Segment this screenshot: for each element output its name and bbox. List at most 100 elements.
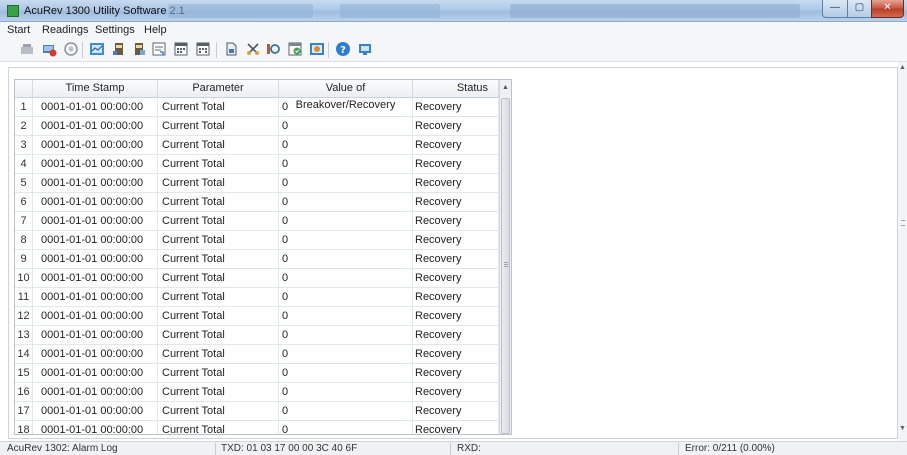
menu-settings[interactable]: Settings	[95, 24, 135, 36]
row-number: 15	[15, 364, 33, 383]
cell-value: 0	[279, 136, 413, 155]
title-bar: AcuRev 1300 Utility Software 2.1 — ▢ ✕	[0, 0, 907, 22]
realtime-icon[interactable]	[88, 40, 106, 58]
cell-timestamp: 0001-01-01 00:00:00	[33, 117, 158, 136]
table-row[interactable]: 15 0001-01-01 00:00:00 Current Total 0 Recov…	[15, 364, 499, 383]
connect-icon[interactable]	[40, 40, 58, 58]
row-number: 2	[15, 117, 33, 136]
meter-settings-icon[interactable]	[130, 40, 148, 58]
io-icon[interactable]	[264, 40, 282, 58]
tools-icon[interactable]	[244, 40, 262, 58]
table-row[interactable]: 8 0001-01-01 00:00:00 Current Total 0 Recove…	[15, 231, 499, 250]
status-divider	[450, 443, 451, 455]
column-header-parameter[interactable]: Parameter	[158, 80, 279, 98]
cell-parameter: Current Total	[158, 307, 279, 326]
row-number-header	[15, 80, 33, 98]
help-icon[interactable]: ?	[334, 40, 352, 58]
scroll-up-arrow-icon[interactable]: ▲	[898, 64, 907, 74]
window-scrollbar[interactable]: ▲ ▼	[898, 62, 907, 441]
maximize-button[interactable]: ▢	[847, 0, 872, 18]
cell-value: 0	[279, 307, 413, 326]
table-row[interactable]: 6 0001-01-01 00:00:00 Current Total 0 Recove…	[15, 193, 499, 212]
cell-timestamp: 0001-01-01 00:00:00	[33, 402, 158, 421]
row-number: 17	[15, 402, 33, 421]
row-number: 6	[15, 193, 33, 212]
table-row[interactable]: 13 0001-01-01 00:00:00 Current Total 0 Recov…	[15, 326, 499, 345]
cell-timestamp: 0001-01-01 00:00:00	[33, 98, 158, 117]
row-number: 9	[15, 250, 33, 269]
cell-timestamp: 0001-01-01 00:00:00	[33, 174, 158, 193]
table-row[interactable]: 16 0001-01-01 00:00:00 Current Total 0 Recov…	[15, 383, 499, 402]
table-scrollbar[interactable]: ▲	[499, 80, 511, 434]
table-scroll-thumb[interactable]	[501, 98, 510, 434]
table-row[interactable]: 12 0001-01-01 00:00:00 Current Total 0 Recov…	[15, 307, 499, 326]
cell-value: 0	[279, 326, 413, 345]
cell-status: Recovery	[413, 364, 499, 383]
status-divider	[678, 443, 679, 455]
document-icon[interactable]	[222, 40, 240, 58]
scroll-down-arrow-icon[interactable]: ▼	[898, 425, 907, 435]
table-row[interactable]: 9 0001-01-01 00:00:00 Current Total 0 Recove…	[15, 250, 499, 269]
status-divider	[215, 443, 216, 455]
column-header-time-stamp[interactable]: Time Stamp	[33, 80, 158, 98]
meter-icon[interactable]	[110, 40, 128, 58]
cell-parameter: Current Total	[158, 345, 279, 364]
cell-timestamp: 0001-01-01 00:00:00	[33, 345, 158, 364]
search-device-icon[interactable]	[62, 40, 80, 58]
row-number: 3	[15, 136, 33, 155]
schedule-icon[interactable]	[286, 40, 304, 58]
cell-status: Recovery	[413, 193, 499, 212]
cell-status: Recovery	[413, 174, 499, 193]
menu-readings[interactable]: Readings	[42, 24, 88, 36]
cell-parameter: Current Total	[158, 326, 279, 345]
cell-timestamp: 0001-01-01 00:00:00	[33, 307, 158, 326]
column-header-status[interactable]: Status	[413, 80, 499, 98]
cell-status: Recovery	[413, 307, 499, 326]
menu-help[interactable]: Help	[144, 24, 167, 36]
table-row[interactable]: 17 0001-01-01 00:00:00 Current Total 0 Recov…	[15, 402, 499, 421]
row-number: 10	[15, 269, 33, 288]
cell-timestamp: 0001-01-01 00:00:00	[33, 421, 158, 434]
exit-icon[interactable]	[356, 40, 374, 58]
scroll-grip	[504, 264, 508, 265]
scroll-grip	[504, 262, 508, 263]
row-number: 18	[15, 421, 33, 434]
cell-value: 0	[279, 364, 413, 383]
client-area: Time Stamp Parameter Value of Breakover/…	[0, 62, 907, 441]
table-row[interactable]: 18 0001-01-01 00:00:00 Current Total 0 Recov…	[15, 421, 499, 434]
table-row[interactable]: 4 0001-01-01 00:00:00 Current Total 0 Recove…	[15, 155, 499, 174]
calendar-icon[interactable]	[172, 40, 190, 58]
cell-parameter: Current Total	[158, 288, 279, 307]
status-device: AcuRev 1302: Alarm Log	[7, 443, 118, 454]
table-row[interactable]: 11 0001-01-01 00:00:00 Current Total 0 Recov…	[15, 288, 499, 307]
table-row[interactable]: 2 0001-01-01 00:00:00 Current Total 0 Recove…	[15, 117, 499, 136]
row-number: 16	[15, 383, 33, 402]
cell-timestamp: 0001-01-01 00:00:00	[33, 193, 158, 212]
table-row[interactable]: 7 0001-01-01 00:00:00 Current Total 0 Recove…	[15, 212, 499, 231]
table-row[interactable]: 1 0001-01-01 00:00:00 Current Total 0 Recove…	[15, 98, 499, 117]
export-icon[interactable]	[150, 40, 168, 58]
cell-status: Recovery	[413, 269, 499, 288]
disconnect-icon[interactable]	[18, 40, 36, 58]
toolbar: ?	[0, 38, 907, 62]
table-row[interactable]: 14 0001-01-01 00:00:00 Current Total 0 Recov…	[15, 345, 499, 364]
cell-status: Recovery	[413, 136, 499, 155]
table-row[interactable]: 3 0001-01-01 00:00:00 Current Total 0 Recove…	[15, 136, 499, 155]
close-button[interactable]: ✕	[871, 0, 904, 18]
cell-value: 0	[279, 269, 413, 288]
minimize-button[interactable]: —	[822, 0, 848, 18]
table-row[interactable]: 10 0001-01-01 00:00:00 Current Total 0 Recov…	[15, 269, 499, 288]
cell-timestamp: 0001-01-01 00:00:00	[33, 288, 158, 307]
row-number: 1	[15, 98, 33, 117]
cell-status: Recovery	[413, 98, 499, 117]
settings-window-icon[interactable]	[308, 40, 326, 58]
table-row[interactable]: 5 0001-01-01 00:00:00 Current Total 0 Recove…	[15, 174, 499, 193]
cell-value: 0	[279, 231, 413, 250]
calendar-event-icon[interactable]	[194, 40, 212, 58]
row-number: 11	[15, 288, 33, 307]
column-header-value[interactable]: Value of Breakover/Recovery	[279, 80, 413, 111]
menu-start[interactable]: Start	[7, 24, 30, 36]
row-number: 12	[15, 307, 33, 326]
scroll-up-arrow-icon[interactable]: ▲	[501, 82, 510, 94]
cell-value: 0	[279, 288, 413, 307]
